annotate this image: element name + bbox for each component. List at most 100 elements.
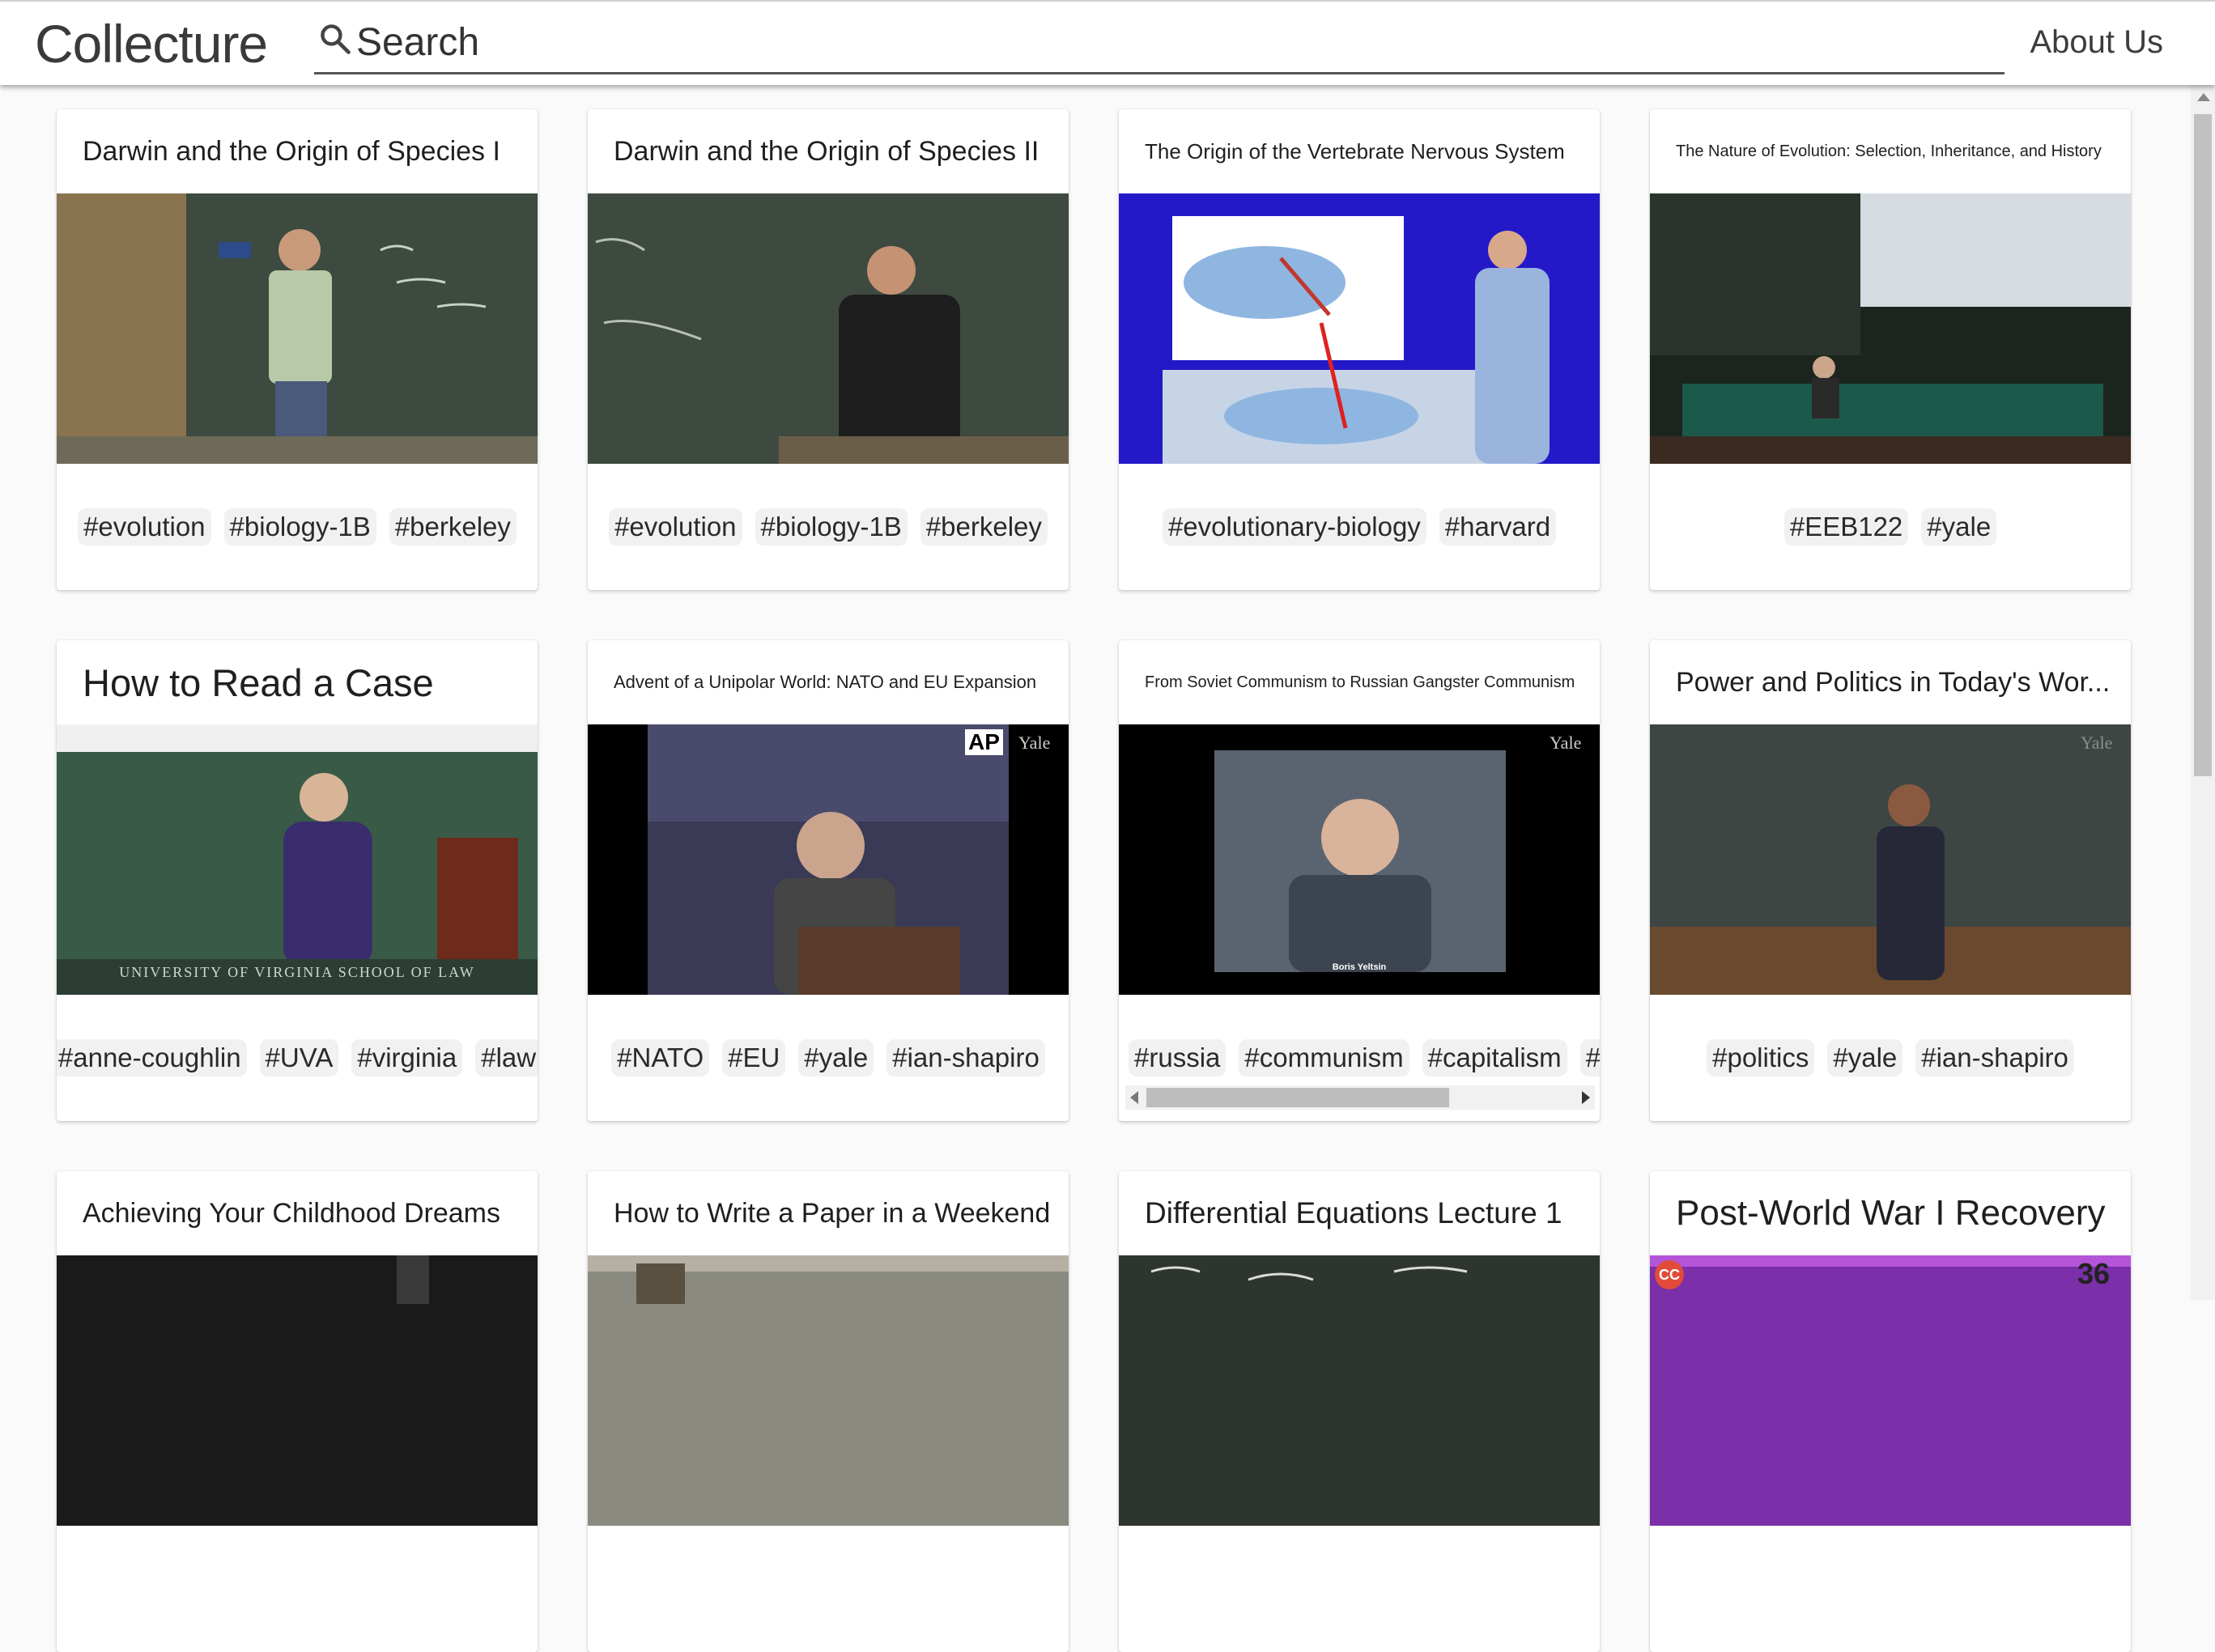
tags-horizontal-scrollbar[interactable]: [1125, 1085, 1595, 1110]
scroll-left-icon[interactable]: [1130, 1091, 1138, 1104]
video-thumbnail[interactable]: [1119, 193, 1600, 464]
app-logo[interactable]: Collecture: [35, 13, 268, 74]
tag-chip[interactable]: #law: [475, 1039, 538, 1077]
thumbnail-caption: Boris Yeltsin: [1332, 962, 1387, 972]
tag-chip[interactable]: #capitalism: [1422, 1039, 1567, 1077]
cc-logo-icon: CC: [1655, 1260, 1684, 1289]
lecture-card[interactable]: From Soviet Communism to Russian Gangste…: [1119, 640, 1600, 1121]
tag-chip[interactable]: #yale: [798, 1039, 874, 1077]
tag-chip[interactable]: #communism: [1239, 1039, 1409, 1077]
card-title: Darwin and the Origin of Species II: [614, 135, 1039, 167]
tag-chip[interactable]: #EU: [722, 1039, 786, 1077]
search-bar[interactable]: [314, 13, 2005, 74]
video-thumbnail[interactable]: [588, 193, 1069, 464]
lecture-card[interactable]: How to Read a Case UNIVERSITY OF VIRGINI…: [57, 640, 538, 1121]
yale-watermark: Yale: [1550, 733, 1582, 753]
tag-chip[interactable]: #evolution: [609, 508, 742, 546]
video-thumbnail[interactable]: UNIVERSITY OF VIRGINIA SCHOOL OF LAW: [57, 724, 538, 995]
thumbnail-caption: UNIVERSITY OF VIRGINIA SCHOOL OF LAW: [119, 964, 475, 980]
lecture-card[interactable]: Power and Politics in Today's Wor... Yal…: [1650, 640, 2131, 1121]
tag-list: #evolutionary-biology #harvard: [1119, 501, 1600, 553]
thumbnail-image: [588, 724, 1069, 995]
thumbnail-image: [1119, 1255, 1600, 1526]
tag-chip[interactable]: #NATO: [611, 1039, 710, 1077]
lecture-card[interactable]: The Nature of Evolution: Selection, Inhe…: [1650, 109, 2131, 590]
tag-chip[interactable]: #yale: [1921, 508, 1997, 546]
video-thumbnail[interactable]: [57, 1255, 538, 1526]
card-title: Achieving Your Childhood Dreams: [83, 1197, 500, 1229]
lecture-card[interactable]: The Origin of the Vertebrate Nervous Sys…: [1119, 109, 1600, 590]
lecture-card[interactable]: Post-World War I Recovery CC 36: [1650, 1171, 2131, 1652]
card-title: The Nature of Evolution: Selection, Inhe…: [1676, 142, 2102, 160]
lecture-card[interactable]: Darwin and the Origin of Species I #evol…: [57, 109, 538, 590]
tag-chip[interactable]: #EEB122: [1783, 508, 1909, 546]
episode-number: 36: [2077, 1257, 2111, 1290]
tag-chip[interactable]: #evolution: [78, 508, 211, 546]
scrollbar-thumb[interactable]: [2194, 114, 2212, 776]
tag-chip[interactable]: #ian-shapiro: [1915, 1039, 2074, 1077]
tag-chip[interactable]: #biology-1B: [223, 508, 376, 546]
page-vertical-scrollbar[interactable]: [2191, 85, 2215, 1300]
tag-chip[interactable]: #virginia: [351, 1039, 463, 1077]
card-title: Advent of a Unipolar World: NATO and EU …: [614, 672, 1037, 692]
video-thumbnail[interactable]: AP Yale: [588, 724, 1069, 995]
tag-list: #russia #communism #capitalism #ya: [1119, 1032, 1600, 1084]
card-title: The Origin of the Vertebrate Nervous Sys…: [1145, 138, 1565, 164]
scrollbar-thumb[interactable]: [1146, 1088, 1449, 1107]
search-icon: [321, 24, 351, 54]
ap-badge: AP: [965, 729, 1003, 755]
video-thumbnail[interactable]: CC 36: [1650, 1255, 2131, 1526]
thumbnail-image: [588, 193, 1069, 464]
lecture-grid: Darwin and the Origin of Species I #evol…: [0, 0, 2215, 1652]
tag-list: #evolution #biology-1B #berkeley: [57, 501, 538, 553]
scroll-right-icon[interactable]: [1582, 1091, 1590, 1104]
lecture-card[interactable]: How to Write a Paper in a Weekend: [588, 1171, 1069, 1652]
tag-list: #evolution #biology-1B #berkeley: [588, 501, 1069, 553]
video-thumbnail[interactable]: [1119, 1255, 1600, 1526]
thumbnail-image: [1119, 724, 1600, 995]
card-title: Darwin and the Origin of Species I: [83, 135, 500, 167]
tag-chip[interactable]: #anne-coughlin: [57, 1039, 247, 1077]
yale-watermark: Yale: [2081, 733, 2113, 753]
card-title: How to Read a Case: [83, 660, 434, 704]
tag-chip[interactable]: #politics: [1707, 1039, 1815, 1077]
tag-list: #EEB122 #yale: [1650, 501, 2131, 553]
video-thumbnail[interactable]: [588, 1255, 1069, 1526]
lecture-card[interactable]: Darwin and the Origin of Species II #evo…: [588, 109, 1069, 590]
top-app-bar: Collecture About Us: [0, 0, 2215, 85]
tag-chip[interactable]: #biology-1B: [755, 508, 908, 546]
tag-list: #NATO #EU #yale #ian-shapiro: [588, 1032, 1069, 1084]
card-title: How to Write a Paper in a Weekend: [614, 1197, 1051, 1229]
thumbnail-image: [1650, 1255, 2131, 1526]
lecture-card[interactable]: Advent of a Unipolar World: NATO and EU …: [588, 640, 1069, 1121]
thumbnail-image: [57, 724, 538, 995]
tag-list: #politics #yale #ian-shapiro: [1650, 1032, 2131, 1084]
lecture-card[interactable]: Achieving Your Childhood Dreams: [57, 1171, 538, 1652]
tag-chip[interactable]: #ian-shapiro: [886, 1039, 1045, 1077]
tag-chip[interactable]: #ya: [1579, 1039, 1600, 1077]
video-thumbnail[interactable]: [1650, 193, 2131, 464]
search-input[interactable]: [355, 13, 1977, 71]
tag-chip[interactable]: #berkeley: [389, 508, 517, 546]
about-us-link[interactable]: About Us: [2030, 24, 2163, 61]
video-thumbnail[interactable]: Yale Boris Yeltsin: [1119, 724, 1600, 995]
card-title: Power and Politics in Today's Wor...: [1676, 666, 2111, 698]
thumbnail-image: [1119, 193, 1600, 464]
video-thumbnail[interactable]: Yale: [1650, 724, 2131, 995]
video-thumbnail[interactable]: [57, 193, 538, 464]
tag-chip[interactable]: #evolutionary-biology: [1162, 508, 1426, 546]
yale-watermark: Yale: [1018, 733, 1051, 753]
card-title: Differential Equations Lecture 1: [1145, 1196, 1562, 1229]
lecture-card[interactable]: Differential Equations Lecture 1: [1119, 1171, 1600, 1652]
thumbnail-image: [588, 1255, 1069, 1526]
tag-chip[interactable]: #yale: [1827, 1039, 1903, 1077]
tag-chip[interactable]: #russia: [1129, 1039, 1227, 1077]
tag-chip[interactable]: #UVA: [259, 1039, 339, 1077]
scroll-up-icon[interactable]: [2197, 93, 2210, 101]
tag-chip[interactable]: #harvard: [1439, 508, 1557, 546]
thumbnail-image: [1650, 193, 2131, 464]
thumbnail-image: [57, 193, 538, 464]
tag-chip[interactable]: #berkeley: [920, 508, 1048, 546]
card-title: From Soviet Communism to Russian Gangste…: [1145, 673, 1575, 691]
thumbnail-image: [57, 1255, 538, 1526]
